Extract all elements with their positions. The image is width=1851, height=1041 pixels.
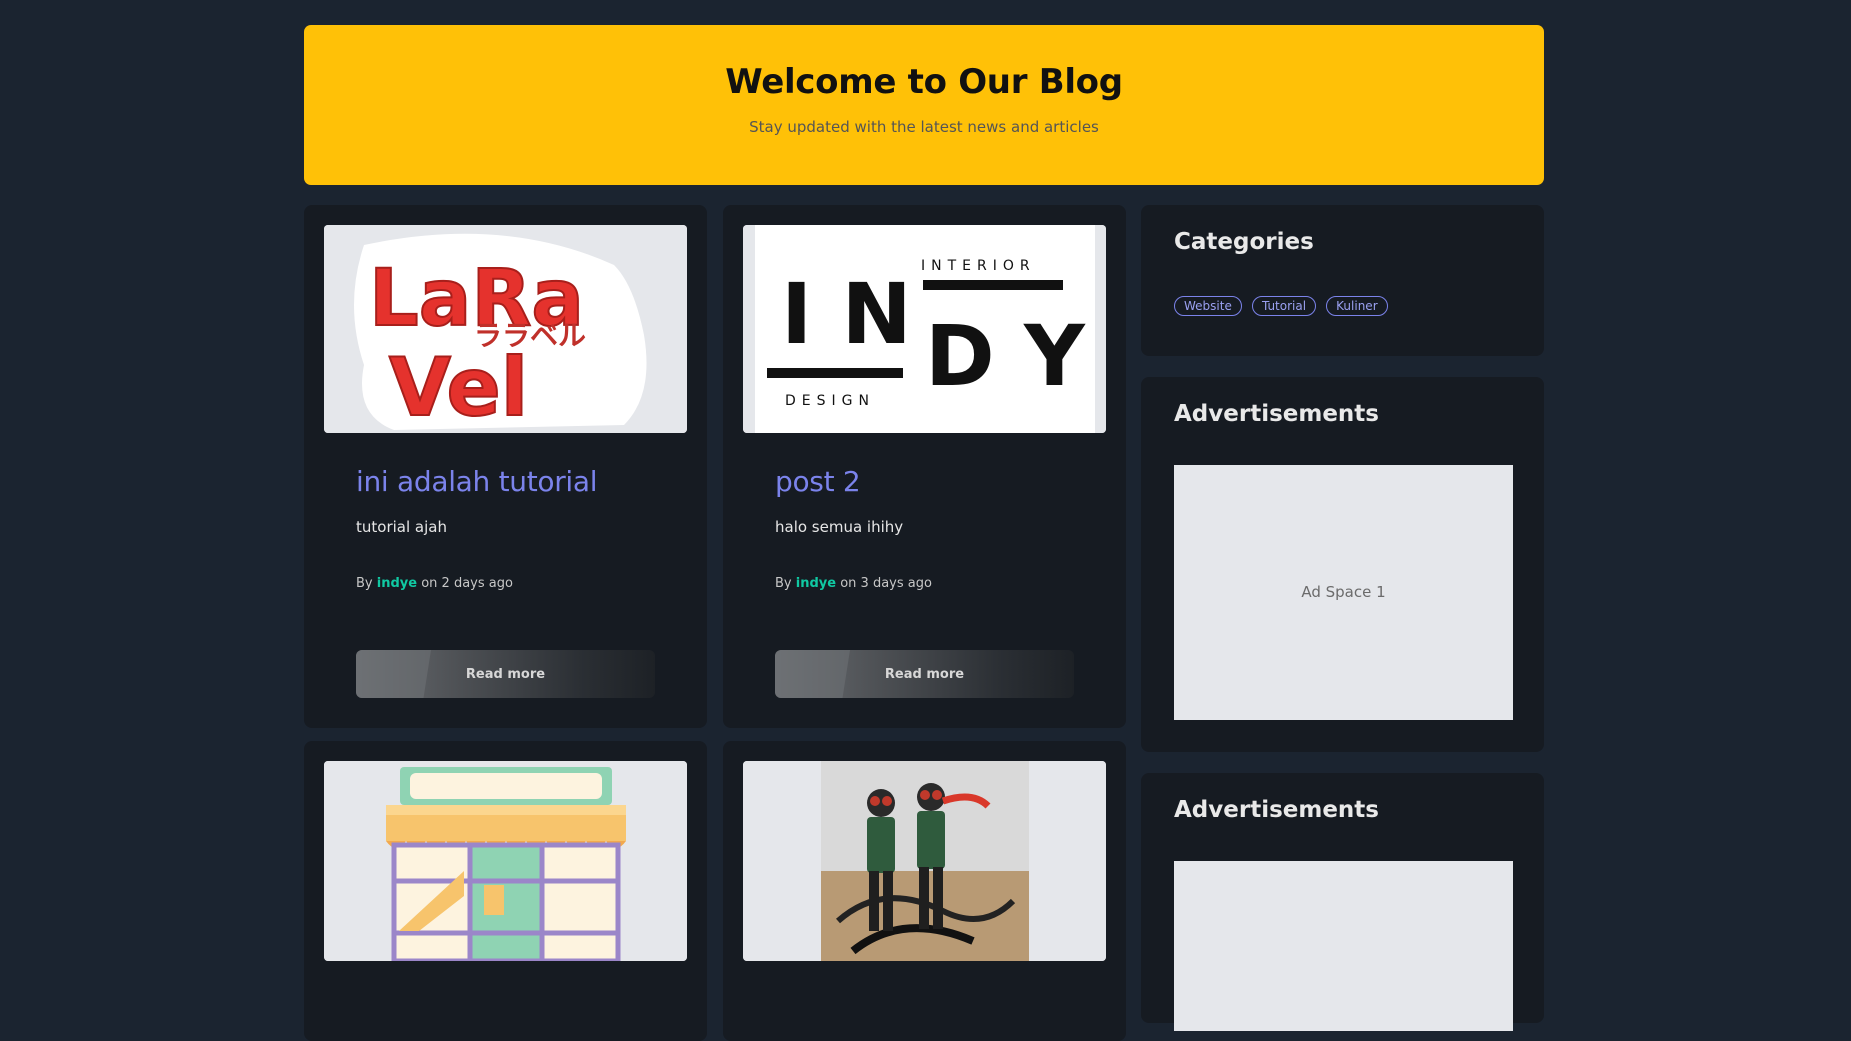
laravel-logo-image[interactable]: LaRa Vel ララベル: [324, 225, 687, 433]
svg-text:ララベル: ララベル: [474, 319, 586, 352]
categories-title: Categories: [1174, 229, 1314, 255]
category-tags: Website Tutorial Kuliner: [1174, 295, 1393, 316]
post-card: I N DESIGN INTERIOR D Y post 2 halo semu…: [723, 205, 1126, 728]
svg-text:I N: I N: [781, 265, 912, 363]
post-card: LaRa Vel ララベル ini adalah tutorial tutori…: [304, 205, 707, 728]
post-body: ini adalah tutorial tutorial ajah By ind…: [356, 465, 656, 591]
hero-title: Welcome to Our Blog: [725, 62, 1123, 102]
storefront-illustration-image[interactable]: [324, 761, 687, 961]
svg-text:D Y: D Y: [925, 307, 1086, 405]
read-more-button[interactable]: Read more: [775, 650, 1074, 698]
post-excerpt: tutorial ajah: [356, 518, 447, 536]
hero-subtitle: Stay updated with the latest news and ar…: [749, 118, 1099, 136]
indy-interior-design-logo-image[interactable]: I N DESIGN INTERIOR D Y: [743, 225, 1106, 433]
svg-text:Vel: Vel: [389, 341, 528, 433]
read-more-label: Read more: [884, 666, 965, 682]
categories-widget: Categories Website Tutorial Kuliner: [1141, 205, 1544, 356]
post-card: [723, 741, 1126, 1041]
read-more-button[interactable]: Read more: [356, 650, 655, 698]
read-more-label: Read more: [465, 666, 546, 682]
post-date: on 2 days ago: [421, 576, 513, 591]
category-tag-kuliner[interactable]: Kuliner: [1326, 296, 1388, 316]
post-by-label: By: [775, 576, 792, 591]
advertisements-widget: Advertisements Ad Space 1: [1141, 377, 1544, 752]
post-author[interactable]: indye: [796, 576, 836, 591]
post-body: post 2 halo semua ihihy By indye on 3 da…: [775, 465, 1075, 591]
category-tag-tutorial[interactable]: Tutorial: [1251, 296, 1317, 316]
button-shade: [356, 650, 431, 698]
button-shade: [775, 650, 850, 698]
post-card: [304, 741, 707, 1041]
advertisements-title: Advertisements: [1174, 401, 1379, 427]
post-meta: By indye on 2 days ago: [356, 576, 656, 591]
post-author[interactable]: indye: [377, 576, 417, 591]
advertisements-title: Advertisements: [1174, 797, 1379, 823]
category-tag-website[interactable]: Website: [1174, 296, 1242, 316]
page-container: Welcome to Our Blog Stay updated with th…: [304, 25, 1544, 1041]
ad-space[interactable]: [1174, 861, 1513, 1031]
post-excerpt: halo semua ihihy: [775, 518, 904, 536]
post-title[interactable]: post 2: [775, 465, 1075, 498]
post-title[interactable]: ini adalah tutorial: [356, 465, 656, 498]
post-by-label: By: [356, 576, 373, 591]
post-meta: By indye on 3 days ago: [775, 576, 1075, 591]
hero-banner: Welcome to Our Blog Stay updated with th…: [304, 25, 1544, 185]
action-figures-photo-image[interactable]: [743, 761, 1106, 961]
ad-space[interactable]: Ad Space 1: [1174, 465, 1513, 720]
svg-text:DESIGN: DESIGN: [785, 393, 875, 409]
post-date: on 3 days ago: [840, 576, 932, 591]
advertisements-widget: Advertisements: [1141, 773, 1544, 1031]
svg-text:INTERIOR: INTERIOR: [921, 258, 1036, 274]
